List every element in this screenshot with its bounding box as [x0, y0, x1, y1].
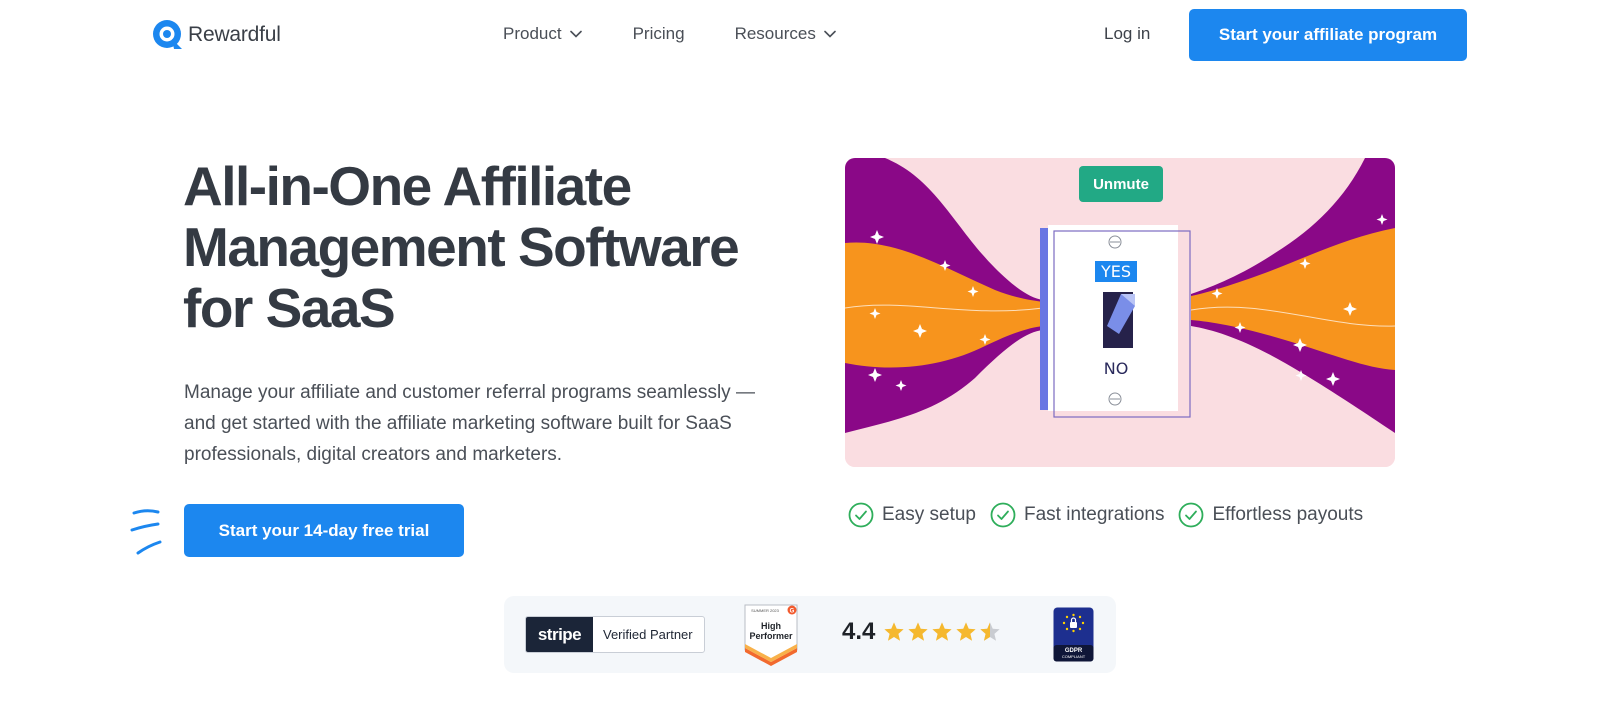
gdpr-badge-icon: GDPR COMPLIANT [1053, 607, 1094, 662]
feature-label: Effortless payouts [1212, 504, 1364, 525]
g2-title-line1: High [761, 621, 781, 631]
rating: 4.4 [842, 618, 1001, 646]
start-affiliate-program-button[interactable]: Start your affiliate program [1189, 9, 1467, 61]
stripe-verified-label: Verified Partner [603, 627, 693, 642]
start-free-trial-button[interactable]: Start your 14-day free trial [184, 504, 464, 557]
logo-icon [153, 20, 182, 49]
main-nav: Product Pricing Resources [503, 24, 836, 44]
check-circle-icon [848, 502, 874, 528]
rating-value: 4.4 [842, 618, 876, 645]
feature-list: Easy setup Fast integrations Effortless … [848, 502, 1377, 528]
nav-product-label: Product [503, 24, 562, 43]
hero-subtext: Manage your affiliate and customer refer… [184, 382, 755, 465]
g2-badge-icon: G SUMMER 2023 High Performer [744, 604, 798, 666]
feature-item: Easy setup [848, 502, 976, 528]
g2-season: SUMMER 2023 [751, 608, 780, 613]
check-circle-icon [990, 502, 1016, 528]
brand-name: Rewardful [188, 23, 281, 46]
nav-pricing-label: Pricing [632, 24, 685, 43]
trust-badges: stripe Verified Partner G SUMMER 2023 Hi… [504, 596, 1116, 673]
star-icon [884, 622, 904, 641]
switch-no-label: NO [1104, 359, 1129, 378]
unmute-button[interactable]: Unmute [1079, 166, 1163, 202]
top-nav: Rewardful Product Pricing Resources Log … [0, 0, 1600, 70]
chevron-down-icon [569, 30, 582, 38]
check-circle-icon [1179, 502, 1204, 528]
feature-item: Fast integrations [990, 502, 1164, 528]
login-link[interactable]: Log in [1104, 24, 1150, 44]
feature-label: Easy setup [882, 504, 976, 525]
nav-product[interactable]: Product [503, 24, 582, 44]
rating-stars [883, 621, 1001, 643]
hero-video[interactable]: YES NO Unmute [845, 158, 1395, 467]
stripe-logo: stripe [526, 617, 593, 652]
nav-pricing[interactable]: Pricing [633, 24, 685, 44]
nav-resources-label: Resources [734, 24, 816, 43]
switch-yes-label: YES [1100, 262, 1131, 281]
brand-logo[interactable]: Rewardful [152, 19, 281, 51]
scribble-decoration-icon [130, 509, 162, 555]
stripe-verified-badge: stripe Verified Partner [525, 616, 705, 653]
star-icon [908, 622, 928, 641]
feature-item: Effortless payouts [1178, 502, 1363, 528]
gdpr-label-line2: COMPLIANT [1062, 654, 1086, 659]
feature-label: Fast integrations [1024, 504, 1165, 525]
g2-title-line2: Performer [749, 631, 793, 641]
star-icon [932, 622, 952, 641]
nav-resources[interactable]: Resources [735, 24, 836, 44]
video-illustration: YES NO [845, 158, 1395, 467]
svg-text:G: G [790, 609, 795, 615]
chevron-down-icon [824, 30, 836, 38]
star-icon [956, 622, 976, 641]
star-half-icon [980, 622, 1000, 641]
hero-headline: All-in-One Affiliate Management Software… [183, 155, 740, 339]
